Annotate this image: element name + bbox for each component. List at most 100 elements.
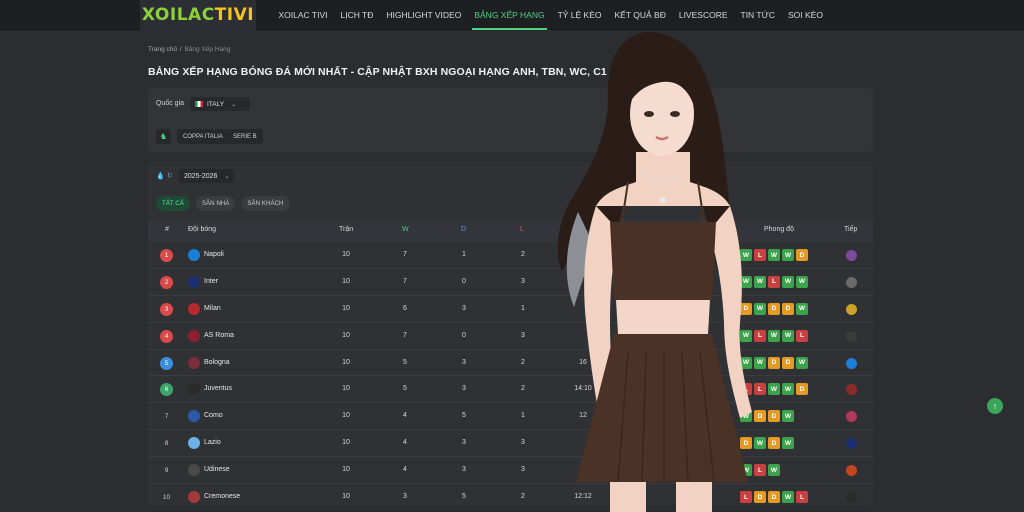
cell-l: 1 xyxy=(521,412,525,420)
team-name[interactable]: Cremonese xyxy=(204,493,240,500)
next-opponent-icon[interactable] xyxy=(846,303,857,315)
logo[interactable]: XOILACTIVI xyxy=(140,0,256,30)
cell-played: 10 xyxy=(342,331,350,339)
form-result: L xyxy=(796,491,808,504)
form-result: W xyxy=(796,356,808,369)
breadcrumb-current: Bảng Xếp Hạng xyxy=(184,46,231,53)
rank-badge: 3 xyxy=(160,302,173,316)
form-result: L xyxy=(796,329,808,342)
tab-away[interactable]: SÂN KHÁCH xyxy=(241,196,290,211)
header-rank: # xyxy=(165,226,169,233)
rank-badge: 5 xyxy=(160,356,173,370)
cell-played: 10 xyxy=(342,385,350,393)
header-w: W xyxy=(402,226,409,233)
cell-l: 2 xyxy=(521,251,525,258)
league-icon[interactable]: ♞ xyxy=(156,129,171,144)
country-select[interactable]: ITALY ⌄ xyxy=(190,97,250,111)
breadcrumb-separator: / xyxy=(179,46,182,53)
page-title: BẢNG XẾP HẠNG BÓNG ĐÁ MỚI NHẤT - CẬP NHẬ… xyxy=(148,66,607,78)
season-value: 2025-2026 xyxy=(183,172,218,180)
rank-badge: 6 xyxy=(160,383,173,397)
breadcrumb-home[interactable]: Trang chủ xyxy=(148,46,177,53)
cell-l: 2 xyxy=(521,493,525,501)
model-photo xyxy=(557,32,752,512)
team-name[interactable]: Lazio xyxy=(204,439,221,446)
cell-d: 0 xyxy=(462,277,466,285)
team-name[interactable]: AS Roma xyxy=(204,332,234,339)
season-select[interactable]: 2025-2026 ⌄ xyxy=(178,169,235,183)
cell-played: 10 xyxy=(342,251,350,258)
team-name[interactable]: Como xyxy=(204,412,223,419)
form-result: W xyxy=(796,275,808,288)
tab-all[interactable]: TẤT CẢ xyxy=(156,196,190,211)
rank-badge: 7 xyxy=(164,413,169,421)
rank-badge: 2 xyxy=(160,275,173,289)
nav-item-2[interactable]: HIGHLIGHT VIDEO xyxy=(380,0,468,30)
form-result: D xyxy=(796,383,808,396)
cell-w: 3 xyxy=(403,493,407,501)
header-l: L xyxy=(520,226,524,233)
next-opponent-icon[interactable] xyxy=(846,276,857,288)
team-name[interactable]: Milan xyxy=(204,305,221,312)
cell-w: 6 xyxy=(403,304,407,312)
cell-played: 10 xyxy=(342,466,350,474)
next-opponent-icon[interactable] xyxy=(846,465,857,477)
cell-l: 3 xyxy=(521,439,525,447)
italy-flag-icon xyxy=(195,101,203,107)
tab-home[interactable]: SÂN NHÀ xyxy=(195,196,236,211)
cell-played: 10 xyxy=(342,358,350,366)
rank-badge: 4 xyxy=(160,329,173,343)
nav-item-0[interactable]: XOILAC TIVI xyxy=(272,0,334,30)
logo-part2: TIVI xyxy=(214,5,255,25)
cell-played: 10 xyxy=(342,493,350,501)
cell-w: 7 xyxy=(403,331,407,339)
next-opponent-icon[interactable] xyxy=(846,384,857,396)
cell-d: 3 xyxy=(462,358,466,366)
cell-w: 5 xyxy=(403,358,407,366)
next-opponent-icon[interactable] xyxy=(846,250,857,261)
team-crest-icon xyxy=(188,383,200,396)
rank-badge: 1 xyxy=(160,249,173,262)
cell-w: 7 xyxy=(403,277,407,285)
nav-item-1[interactable]: LỊCH TĐ xyxy=(334,0,380,30)
cell-d: 3 xyxy=(462,439,466,447)
nav-item-3[interactable]: BẢNG XẾP HẠNG xyxy=(468,0,551,30)
cell-played: 10 xyxy=(342,277,350,285)
next-opponent-icon[interactable] xyxy=(846,357,857,369)
team-crest-icon xyxy=(188,329,200,342)
team-crest-icon xyxy=(188,249,200,261)
team-name[interactable]: Juventus xyxy=(204,385,232,392)
cell-d: 1 xyxy=(462,251,466,258)
team-crest-icon xyxy=(188,491,200,504)
nav-item-8[interactable]: SOI KÈO xyxy=(782,0,830,30)
rank-badge: 9 xyxy=(164,467,169,475)
form-result: W xyxy=(796,302,808,315)
rank-badge: 8 xyxy=(164,440,169,448)
cell-w: 5 xyxy=(403,385,407,393)
next-opponent-icon[interactable] xyxy=(846,438,857,450)
logo-part1: XOILAC xyxy=(141,5,215,25)
next-opponent-icon[interactable] xyxy=(846,330,857,342)
cell-w: 4 xyxy=(403,466,407,474)
cell-w: 4 xyxy=(403,412,407,420)
cell-w: 7 xyxy=(403,251,407,258)
scroll-to-top-button[interactable]: ↑ xyxy=(987,398,1003,414)
team-name[interactable]: Napoli xyxy=(204,251,224,258)
team-crest-icon xyxy=(188,464,200,477)
cell-l: 1 xyxy=(521,304,525,312)
cell-d: 5 xyxy=(462,412,466,420)
header-team: Đội bóng xyxy=(188,226,217,233)
team-name[interactable]: Inter xyxy=(204,278,218,285)
team-name[interactable]: Udinese xyxy=(204,466,230,473)
league-pill-serie-b[interactable]: SERIE B xyxy=(227,129,263,144)
league-pill-coppa-italia[interactable]: COPPA ITALIA xyxy=(177,129,229,144)
cell-played: 10 xyxy=(342,412,350,420)
team-name[interactable]: Bologna xyxy=(204,359,230,366)
team-crest-icon xyxy=(188,356,200,369)
cell-l: 3 xyxy=(521,466,525,474)
next-opponent-icon[interactable] xyxy=(846,411,857,423)
next-opponent-icon[interactable] xyxy=(846,492,857,504)
rank-badge: 10 xyxy=(162,494,171,502)
form-result: D xyxy=(796,249,808,261)
cell-l: 2 xyxy=(521,358,525,366)
